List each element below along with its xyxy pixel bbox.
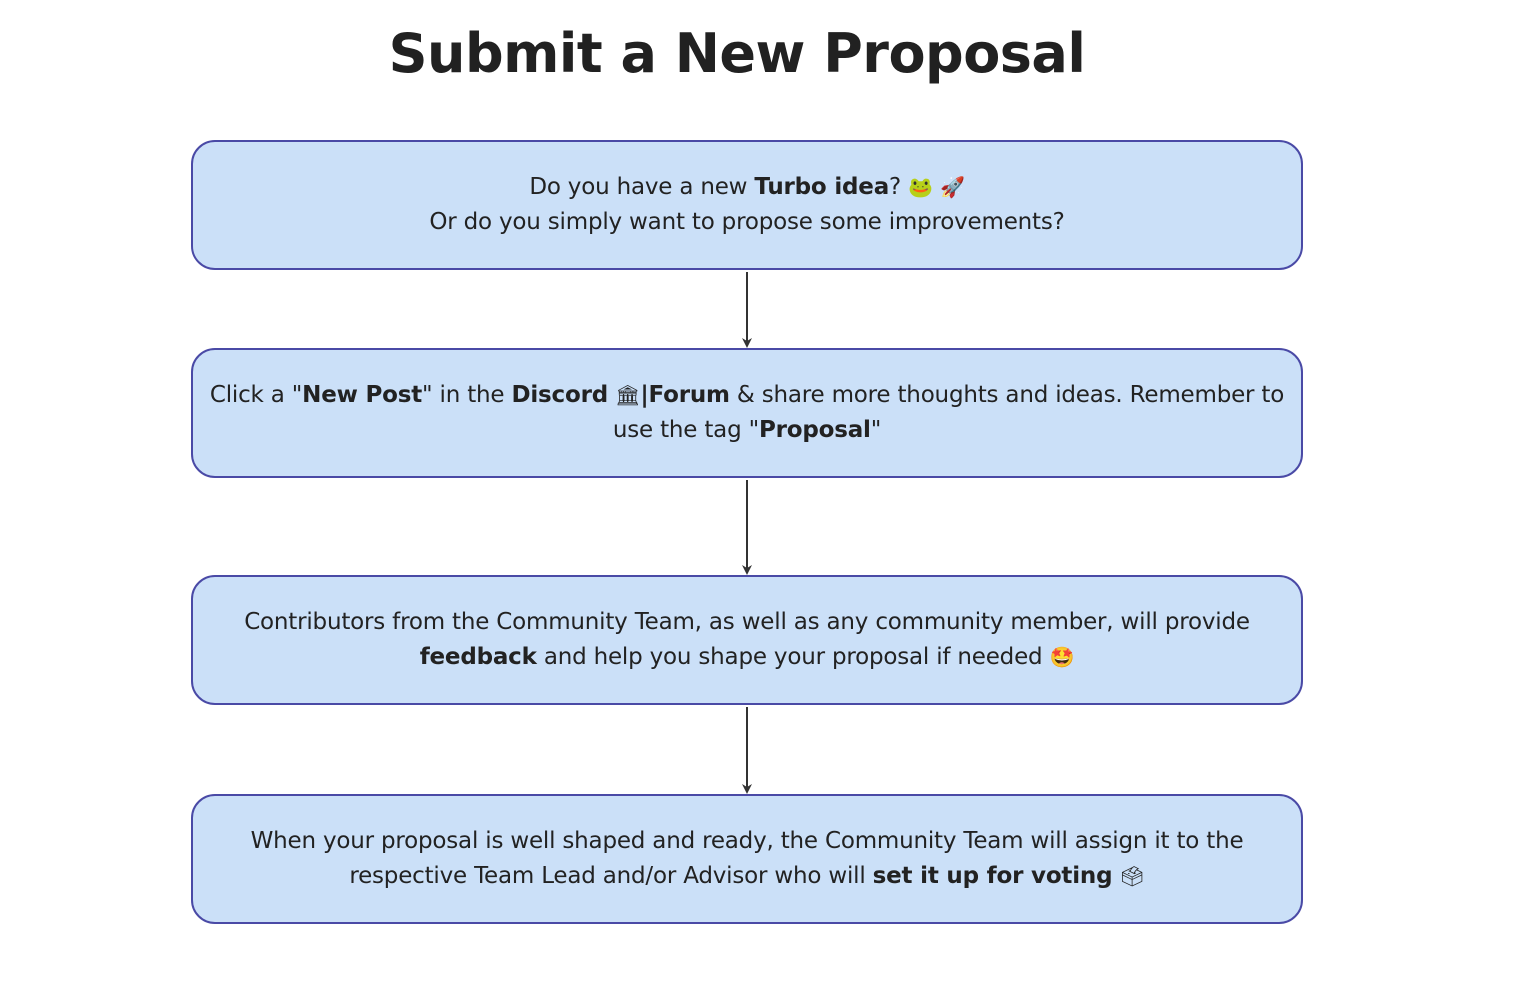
- step-4-set-up-voting: set it up for voting: [872, 863, 1113, 889]
- step-3-text-pre: Contributors from the Community Team, as…: [244, 609, 1250, 635]
- step-box-feedback: Contributors from the Community Team, as…: [191, 575, 1303, 705]
- step-3-text-post: and help you shape your proposal if need…: [536, 644, 1043, 670]
- step-2-text-mid: " in the: [422, 382, 512, 408]
- step-2-proposal-tag: Proposal: [758, 417, 871, 443]
- step-1-question-mark: ?: [889, 174, 902, 200]
- step-1-line-2: Or do you simply want to propose some im…: [429, 209, 1065, 235]
- step-2-discord: Discord: [511, 382, 608, 408]
- step-4-text: When your proposal is well shaped and re…: [207, 824, 1287, 894]
- step-box-new-idea: Do you have a new Turbo idea? 🐸 🚀 Or do …: [191, 140, 1303, 270]
- step-1-text-pre: Do you have a new: [529, 174, 755, 200]
- step-3-text: Contributors from the Community Team, as…: [207, 605, 1287, 675]
- step-1-text: Do you have a new Turbo idea? 🐸 🚀 Or do …: [429, 170, 1065, 240]
- step-box-voting: When your proposal is well shaped and re…: [191, 794, 1303, 924]
- ballot-box-icon: 🗳: [1119, 864, 1145, 888]
- rocket-icon: 🚀: [939, 175, 965, 199]
- step-2-text: Click a "New Post" in the Discord 🏛|Foru…: [207, 378, 1287, 448]
- step-box-new-post: Click a "New Post" in the Discord 🏛|Foru…: [191, 348, 1303, 478]
- star-struck-icon: 🤩: [1049, 645, 1075, 669]
- step-2-forum: |Forum: [640, 382, 730, 408]
- frog-icon: 🐸: [908, 175, 933, 199]
- step-2-text-post: ": [870, 417, 882, 443]
- step-1-turbo-idea: Turbo idea: [754, 174, 890, 200]
- step-2-new-post: New Post: [302, 382, 423, 408]
- classical-building-icon: 🏛: [615, 383, 641, 407]
- step-2-text-pre: Click a ": [209, 382, 303, 408]
- step-3-feedback: feedback: [419, 644, 537, 670]
